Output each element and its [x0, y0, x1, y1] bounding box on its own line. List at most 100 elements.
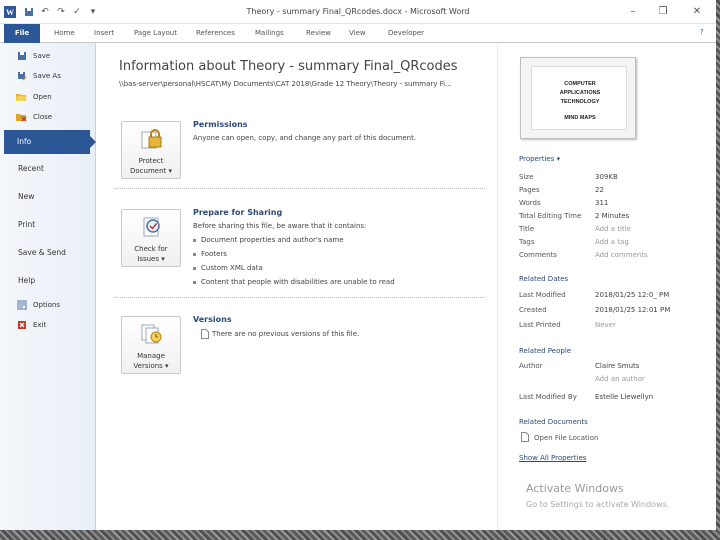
protect-document-button[interactable]: Protect Document ▾ [121, 121, 181, 179]
nav-recent[interactable]: Recent [18, 164, 44, 173]
save-as-icon [16, 71, 27, 82]
tab-view[interactable]: View [349, 29, 366, 37]
check-for-issues-button[interactable]: Check for Issues ▾ [121, 209, 181, 267]
property-label: Pages [519, 186, 540, 194]
versions-icon [141, 324, 162, 344]
date-label: Last Modified [519, 291, 566, 299]
versions-description: There are no previous versions of this f… [212, 330, 360, 338]
comments-field[interactable]: Add comments [595, 251, 648, 259]
save-icon [16, 51, 27, 62]
open-file-location-link[interactable]: Open File Location [534, 434, 598, 442]
title-field[interactable]: Add a title [595, 225, 631, 233]
property-label: Tags [519, 238, 535, 246]
date-label: Created [519, 306, 547, 314]
tab-review[interactable]: Review [306, 29, 331, 37]
property-label: Words [519, 199, 541, 207]
tab-mailings[interactable]: Mailings [255, 29, 284, 37]
nav-close-label: Close [33, 113, 53, 121]
modified-by-value[interactable]: Estelle Llewellyn [595, 393, 653, 401]
manage-versions-label-1: Manage [137, 352, 165, 360]
tags-field[interactable]: Add a tag [595, 238, 629, 246]
document-path: \\bas-server\personal\HSCAT\My Documents… [119, 80, 452, 88]
property-label: Title [519, 225, 535, 233]
property-label: Total Editing Time [519, 212, 582, 220]
document-thumbnail[interactable]: COMPUTER APPLICATIONS TECHNOLOGY MIND MA… [520, 57, 636, 139]
tab-insert[interactable]: Insert [94, 29, 114, 37]
page-title: Information about Theory - summary Final… [119, 59, 458, 74]
folder-open-icon [16, 92, 27, 103]
permissions-heading: Permissions [193, 120, 248, 129]
properties-dropdown[interactable]: Properties ▾ [519, 155, 560, 163]
nav-help[interactable]: Help [18, 276, 35, 285]
show-all-properties-link[interactable]: Show All Properties [519, 454, 586, 462]
date-value: 2018/01/25 12:01 PM [595, 306, 671, 314]
nav-options[interactable]: Options [16, 298, 60, 312]
backstage-nav: Save Save As Open Close Info Recent New … [0, 43, 96, 530]
tab-file[interactable]: File [4, 24, 40, 43]
nav-open[interactable]: Open [16, 90, 52, 104]
nav-print[interactable]: Print [18, 220, 35, 229]
tab-developer[interactable]: Developer [388, 29, 424, 37]
list-item: Document properties and author's name [193, 236, 344, 244]
property-label: Comments [519, 251, 557, 259]
add-author-field[interactable]: Add an author [595, 375, 645, 383]
property-value: 311 [595, 199, 609, 207]
list-item: Custom XML data [193, 264, 263, 272]
nav-new[interactable]: New [18, 192, 34, 201]
help-icon[interactable]: ? [700, 28, 704, 36]
prepare-sharing-description: Before sharing this file, be aware that … [193, 222, 367, 230]
property-label: Size [519, 173, 534, 181]
date-value: Never [595, 321, 616, 329]
word-window: W ↶ ↷ ✓ ▾ Theory - summary Final_QRcodes… [0, 0, 716, 530]
related-people-heading: Related People [519, 347, 572, 355]
tab-page-layout[interactable]: Page Layout [134, 29, 177, 37]
nav-open-label: Open [33, 93, 52, 101]
folder-document-icon [521, 432, 529, 442]
thumbnail-line: TECHNOLOGY [560, 99, 600, 105]
nav-info-label: Info [17, 137, 32, 146]
nav-info[interactable]: Info [4, 130, 96, 154]
related-dates-heading: Related Dates [519, 275, 569, 283]
minimize-icon[interactable]: – [618, 4, 648, 20]
close-file-icon [16, 112, 27, 123]
close-window-icon[interactable]: ✕ [682, 4, 712, 20]
prepare-sharing-heading: Prepare for Sharing [193, 208, 283, 217]
tab-home[interactable]: Home [54, 29, 75, 37]
maximize-icon[interactable]: ❐ [648, 4, 678, 20]
nav-exit-label: Exit [33, 321, 47, 329]
exit-icon [16, 320, 27, 331]
related-documents-heading: Related Documents [519, 418, 588, 426]
nav-save[interactable]: Save [16, 49, 50, 63]
section-divider [115, 188, 485, 189]
ribbon-tabs: File Home Insert Page Layout References … [0, 24, 716, 43]
property-value: 309KB [595, 173, 618, 181]
thumbnail-line: APPLICATIONS [559, 90, 601, 96]
nav-save-send[interactable]: Save & Send [18, 248, 66, 257]
property-value: 2 Minutes [595, 212, 630, 220]
tab-references[interactable]: References [196, 29, 235, 37]
modified-by-label: Last Modified By [519, 393, 577, 401]
properties-panel: COMPUTER APPLICATIONS TECHNOLOGY MIND MA… [497, 43, 716, 530]
author-value[interactable]: Claire Smuts [595, 362, 639, 370]
nav-exit[interactable]: Exit [16, 318, 46, 332]
activation-watermark: Activate Windows [526, 482, 624, 495]
list-item: Content that people with disabilities ar… [193, 278, 395, 286]
thumbnail-line: MIND MAPS [564, 115, 596, 121]
title-bar: W ↶ ↷ ✓ ▾ Theory - summary Final_QRcodes… [0, 0, 716, 24]
nav-options-label: Options [33, 301, 61, 309]
document-icon [201, 329, 209, 339]
nav-close[interactable]: Close [16, 110, 52, 124]
check-for-issues-label-2: Issues ▾ [137, 255, 165, 263]
date-value: 2018/01/25 12:0_ PM [595, 291, 670, 299]
activation-watermark-hint: Go to Settings to activate Windows. [526, 500, 670, 509]
thumbnail-page: COMPUTER APPLICATIONS TECHNOLOGY MIND MA… [531, 66, 627, 130]
property-value: 22 [595, 186, 604, 194]
manage-versions-button[interactable]: Manage Versions ▾ [121, 316, 181, 374]
window-title: Theory - summary Final_QRcodes.docx - Mi… [246, 7, 470, 16]
nav-save-as[interactable]: Save As [16, 69, 61, 83]
info-panel: Information about Theory - summary Final… [97, 43, 497, 530]
nav-save-as-label: Save As [33, 72, 61, 80]
check-for-issues-label-1: Check for [134, 245, 168, 253]
list-item: Footers [193, 250, 227, 258]
manage-versions-label-2: Versions ▾ [133, 362, 169, 370]
